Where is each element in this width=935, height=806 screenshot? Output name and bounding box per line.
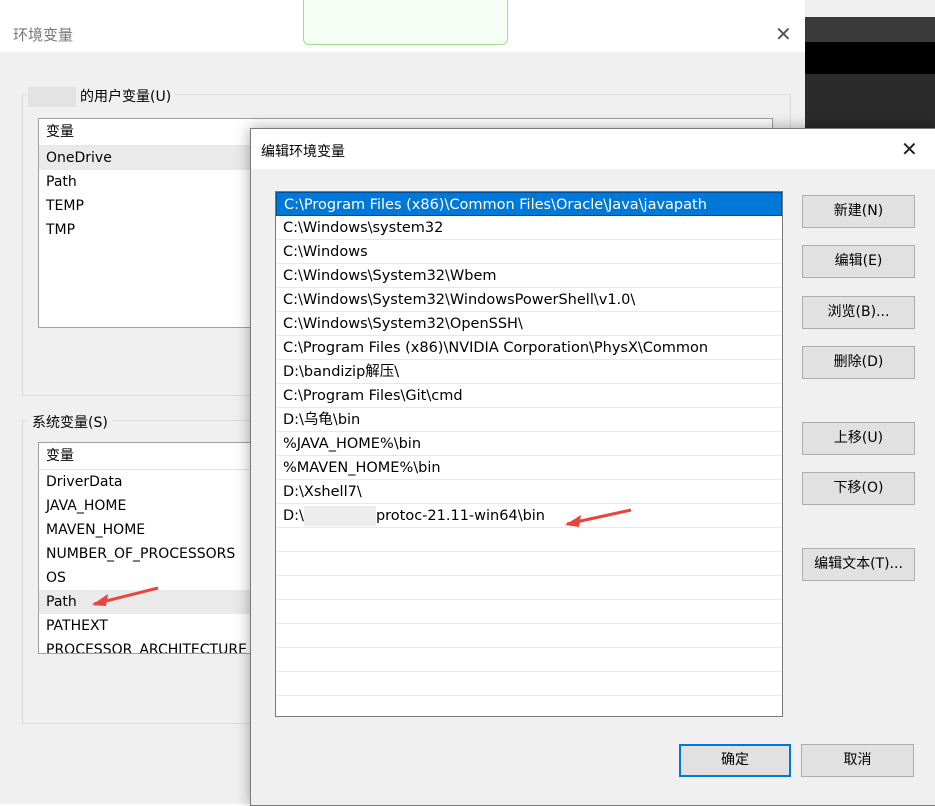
path-suffix: protoc-21.11-win64\bin: [375, 508, 545, 524]
edit-text-button[interactable]: 编辑文本(T)...: [802, 548, 915, 581]
empty-path-row[interactable]: [276, 648, 782, 672]
env-window-title: 环境变量: [13, 26, 74, 44]
dialog-titlebar: [251, 129, 935, 169]
path-entry[interactable]: C:\Program Files (x86)\NVIDIA Corporatio…: [276, 336, 782, 360]
new-button[interactable]: 新建(N): [802, 195, 915, 228]
path-entry[interactable]: D:\bandizip解压\: [276, 360, 782, 384]
path-entry[interactable]: C:\Windows\System32\WindowsPowerShell\v1…: [276, 288, 782, 312]
path-entry[interactable]: D:\Xshell7\: [276, 480, 782, 504]
move-up-button[interactable]: 上移(U): [802, 422, 915, 455]
blurred-username: [28, 87, 76, 107]
background-app-strip: [805, 42, 935, 74]
path-entry[interactable]: C:\Windows\System32\Wbem: [276, 264, 782, 288]
empty-path-row[interactable]: [276, 552, 782, 576]
annotation-arrow: [92, 586, 159, 606]
background-app-strip: [805, 17, 935, 42]
path-entry[interactable]: %JAVA_HOME%\bin: [276, 432, 782, 456]
browse-button[interactable]: 浏览(B)...: [802, 296, 915, 329]
ok-button[interactable]: 确定: [679, 744, 791, 777]
annotation-arrow: [565, 508, 632, 527]
dialog-close-icon[interactable]: ✕: [901, 137, 918, 161]
path-entry[interactable]: C:\Windows\System32\OpenSSH\: [276, 312, 782, 336]
user-variables-label: 的用户变量(U): [28, 86, 176, 107]
background-app-strip: [805, 74, 935, 130]
blurred-folder-name: [303, 506, 376, 526]
user-variables-label-text: 的用户变量(U): [80, 89, 172, 105]
path-entry[interactable]: %MAVEN_HOME%\bin: [276, 456, 782, 480]
path-entry-selected[interactable]: C:\Program Files (x86)\Common Files\Orac…: [276, 192, 782, 216]
path-entry[interactable]: C:\Windows: [276, 240, 782, 264]
system-variables-label: 系统变量(S): [28, 412, 112, 432]
empty-path-row[interactable]: [276, 576, 782, 600]
path-entry[interactable]: C:\Program Files\Git\cmd: [276, 384, 782, 408]
env-window-close-icon[interactable]: ✕: [775, 22, 792, 46]
path-entry[interactable]: D:\乌龟\bin: [276, 408, 782, 432]
path-entry-protoc[interactable]: D:\ protoc-21.11-win64\bin: [276, 504, 782, 528]
empty-path-row[interactable]: [276, 528, 782, 552]
notification-toast: [303, 0, 508, 45]
empty-path-row[interactable]: [276, 600, 782, 624]
edit-button[interactable]: 编辑(E): [802, 245, 915, 278]
cancel-button[interactable]: 取消: [801, 744, 914, 777]
edit-environment-variable-dialog: 编辑环境变量 ✕ C:\Program Files (x86)\Common F…: [250, 128, 935, 806]
dialog-title: 编辑环境变量: [261, 144, 345, 160]
path-entries-list[interactable]: C:\Program Files (x86)\Common Files\Orac…: [275, 191, 783, 717]
delete-button[interactable]: 删除(D): [802, 346, 915, 379]
path-prefix: D:\: [283, 508, 304, 524]
path-entry[interactable]: C:\Windows\system32: [276, 216, 782, 240]
empty-path-row[interactable]: [276, 624, 782, 648]
move-down-button[interactable]: 下移(O): [802, 472, 915, 505]
empty-path-row[interactable]: [276, 672, 782, 696]
